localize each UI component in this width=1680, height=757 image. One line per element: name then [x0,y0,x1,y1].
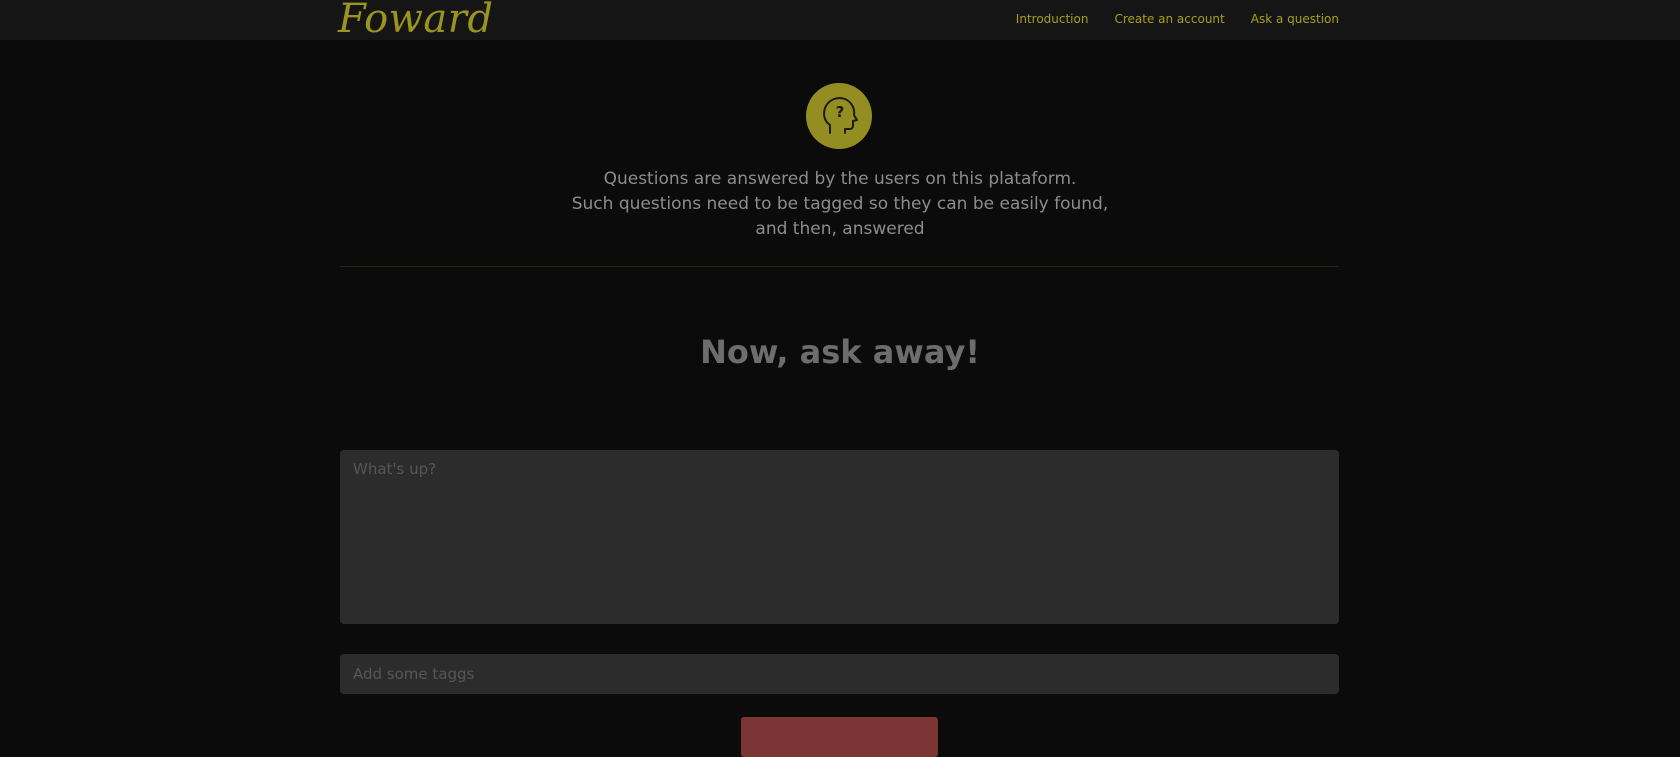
intro-text: Questions are answered by the users on t… [440,167,1240,242]
intro-line: Questions are answered by the users on t… [603,169,1077,189]
submit-button[interactable] [741,717,938,757]
top-navbar: Foward Introduction Create an account As… [0,0,1680,42]
site-logo[interactable]: Foward [338,0,493,44]
question-input[interactable] [340,450,1339,624]
tags-input[interactable] [340,654,1339,694]
intro-line: Such questions need to be tagged so they… [571,194,1109,214]
head-question-icon: ? [806,83,872,149]
nav-link-ask-question[interactable]: Ask a question [1251,10,1339,28]
intro-line: and then, answered [755,219,925,239]
main-nav: Introduction Create an account Ask a que… [1016,10,1339,28]
nav-link-introduction[interactable]: Introduction [1016,10,1089,28]
nav-link-create-account[interactable]: Create an account [1114,10,1224,28]
section-divider [340,266,1339,267]
svg-text:?: ? [836,103,845,121]
page-heading: Now, ask away! [700,333,980,371]
